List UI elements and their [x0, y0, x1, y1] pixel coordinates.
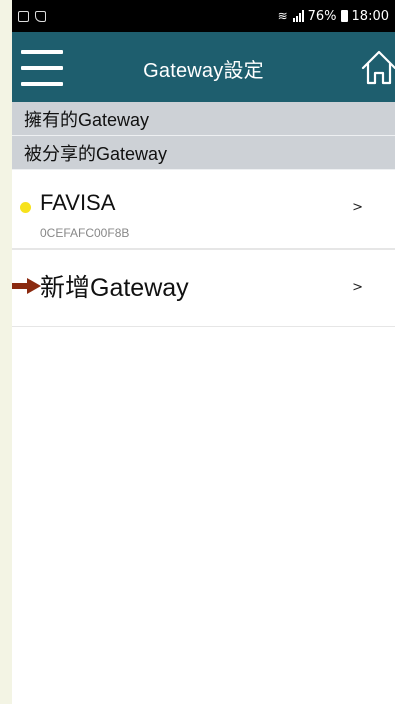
notification-icon [35, 10, 46, 22]
gateway-name: FAVISA [40, 190, 116, 215]
status-time: 18:00 [351, 8, 389, 24]
add-gateway-label: 新增Gateway [40, 274, 189, 302]
app-screen: ≋ 76% 18:00 Gateway設定 擁有的Gateway 被分享的Gat… [12, 0, 395, 704]
page-title: Gateway設定 [143, 60, 264, 82]
add-gateway-item[interactable]: 新增Gateway > [12, 250, 395, 327]
arrow-right-icon [12, 278, 41, 294]
home-icon[interactable] [359, 48, 395, 88]
image-notification-icon [18, 10, 29, 22]
gateway-id: 0CEFAFC00F8B [40, 226, 130, 240]
owned-gateway-section[interactable]: 擁有的Gateway [12, 102, 395, 136]
battery-icon [340, 10, 348, 22]
chevron-right-icon: > [352, 280, 363, 295]
wifi-icon: ≋ [277, 9, 288, 23]
status-left [18, 10, 46, 22]
battery-percent: 76% [307, 8, 337, 24]
app-header: Gateway設定 [12, 32, 395, 102]
gateway-list-item[interactable]: FAVISA 0CEFAFC00F8B > [12, 170, 395, 250]
status-bar: ≋ 76% 18:00 [12, 0, 395, 32]
status-right: ≋ 76% 18:00 [278, 9, 389, 24]
chevron-right-icon: > [352, 200, 363, 215]
signal-icon [292, 10, 304, 22]
shared-gateway-section[interactable]: 被分享的Gateway [12, 136, 395, 170]
status-dot-icon [20, 202, 31, 213]
